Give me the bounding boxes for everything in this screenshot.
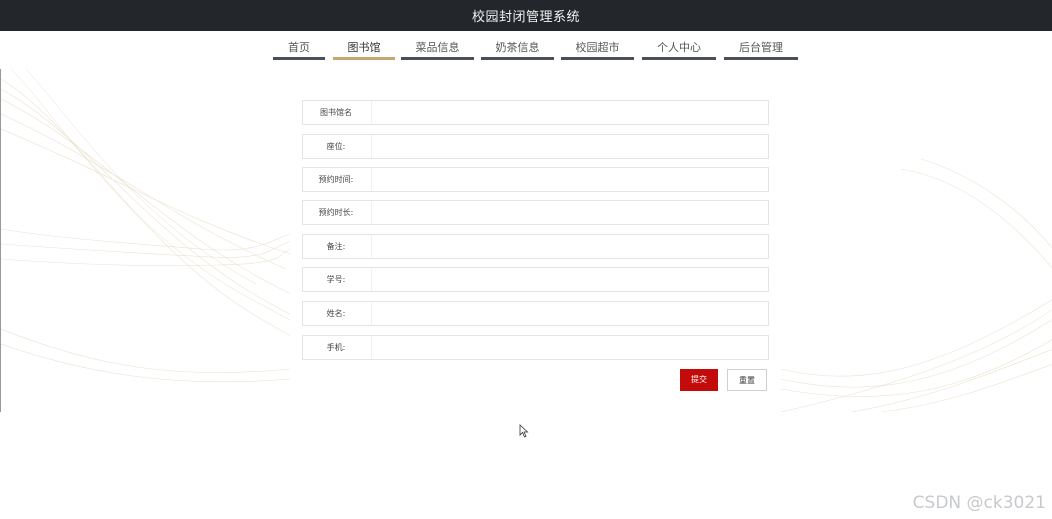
field-label: 预约时长: xyxy=(318,208,354,217)
nav-item-milk-tea[interactable]: 奶茶信息 xyxy=(481,40,554,60)
field-label: 手机: xyxy=(326,343,346,352)
field-label: 学号: xyxy=(326,275,346,284)
form-row-library-name: 图书馆名 xyxy=(302,100,769,125)
remarks-input[interactable] xyxy=(371,235,768,258)
reservation-time-input[interactable] xyxy=(371,168,768,191)
reset-button[interactable]: 重置 xyxy=(727,369,767,391)
form-row-phone: 手机: xyxy=(302,335,769,360)
nav-item-personal-center[interactable]: 个人中心 xyxy=(642,40,716,60)
form-row-remarks: 备注: xyxy=(302,234,769,259)
top-header: 校园封闭管理系统 xyxy=(0,0,1052,31)
duration-input[interactable] xyxy=(371,201,768,224)
seat-input[interactable] xyxy=(371,135,768,158)
form-row-student-id: 学号: xyxy=(302,267,769,292)
app-title: 校园封闭管理系统 xyxy=(471,10,580,25)
phone-input[interactable] xyxy=(371,336,768,359)
watermark-text: CSDN @ck3021 xyxy=(912,493,1046,513)
nav-item-home[interactable]: 首页 xyxy=(273,40,325,60)
nav-item-admin[interactable]: 后台管理 xyxy=(724,40,798,60)
main-nav: 首页 图书馆 菜品信息 奶茶信息 校园超市 个人中心 后台管理 xyxy=(0,31,1052,69)
library-name-input[interactable] xyxy=(371,101,768,124)
submit-button[interactable]: 提交 xyxy=(680,369,718,391)
nav-item-library[interactable]: 图书馆 xyxy=(333,40,395,60)
form-row-duration: 预约时长: xyxy=(302,200,769,225)
name-input[interactable] xyxy=(371,302,768,325)
nav-item-supermarket[interactable]: 校园超市 xyxy=(561,40,634,60)
reservation-form: 图书馆名 座位: 预约时间: 预约时长: 备注: 学号: 姓名: 手机: 提交 … xyxy=(290,69,780,412)
field-label: 座位: xyxy=(326,142,346,151)
field-label: 备注: xyxy=(326,242,346,251)
form-row-seat: 座位: xyxy=(302,134,769,159)
nav-item-dishes[interactable]: 菜品信息 xyxy=(401,40,474,60)
form-row-reservation-time: 预约时间: xyxy=(302,167,769,192)
student-id-input[interactable] xyxy=(371,268,768,291)
field-label: 预约时间: xyxy=(318,175,354,184)
mouse-cursor-icon xyxy=(519,424,529,438)
field-label: 图书馆名 xyxy=(320,108,352,117)
form-row-name: 姓名: xyxy=(302,301,769,326)
field-label: 姓名: xyxy=(326,309,346,318)
